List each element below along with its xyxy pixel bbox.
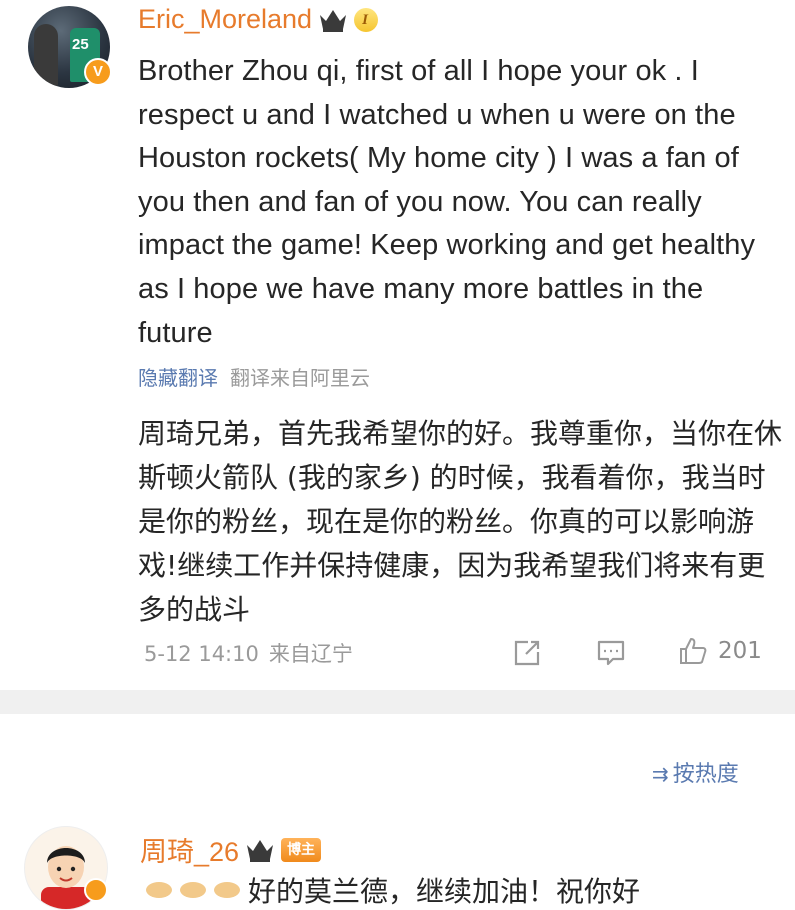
comment-icon[interactable] (596, 638, 626, 668)
translation-source: 翻译来自阿里云 (230, 366, 370, 390)
avatar-person-shape (34, 24, 58, 86)
sort-label: 按热度 (672, 762, 739, 787)
avatar-jersey-number: 25 (72, 36, 89, 53)
cheer-emoji-icon (214, 882, 240, 898)
crown-icon (247, 839, 274, 862)
cheer-emojis (144, 876, 242, 900)
comment-text-english: Brother Zhou qi, first of all I hope you… (138, 55, 756, 349)
like-button[interactable]: 201 (678, 636, 762, 666)
verified-badge-icon (84, 878, 108, 902)
translation-row: 隐藏翻译 翻译来自阿里云 (138, 362, 370, 391)
level-badge[interactable]: I (354, 7, 378, 32)
username[interactable]: Eric_Moreland (138, 4, 312, 35)
username[interactable]: 周琦_26 (140, 830, 239, 869)
sort-by-hot-button[interactable]: ⇉ 按热度 (652, 756, 739, 788)
verified-badge-icon: V (84, 58, 112, 86)
like-count: 201 (718, 638, 762, 664)
comment-location: 来自辽宁 (268, 642, 353, 666)
sort-icon: ⇉ (652, 762, 669, 786)
comment-time: 5-12 14:10 (144, 642, 259, 666)
comment-meta: 5-12 14:10 来自辽宁 (144, 638, 353, 668)
comment-text-translated: 周琦兄弟，首先我希望你的好。我尊重你，当你在休斯顿火箭队 (我的家乡) 的时候，… (138, 417, 783, 626)
crown-icon (320, 9, 347, 32)
reply-text: 好的莫兰德，继续加油！祝你好 (248, 875, 641, 908)
host-badge: 博主 (281, 837, 322, 862)
like-icon[interactable] (678, 636, 708, 666)
hide-translation-link[interactable]: 隐藏翻译 (138, 366, 218, 390)
share-icon[interactable] (512, 638, 542, 668)
cheer-emoji-icon (146, 882, 172, 898)
section-divider (0, 690, 795, 714)
cheer-emoji-icon (180, 882, 206, 898)
